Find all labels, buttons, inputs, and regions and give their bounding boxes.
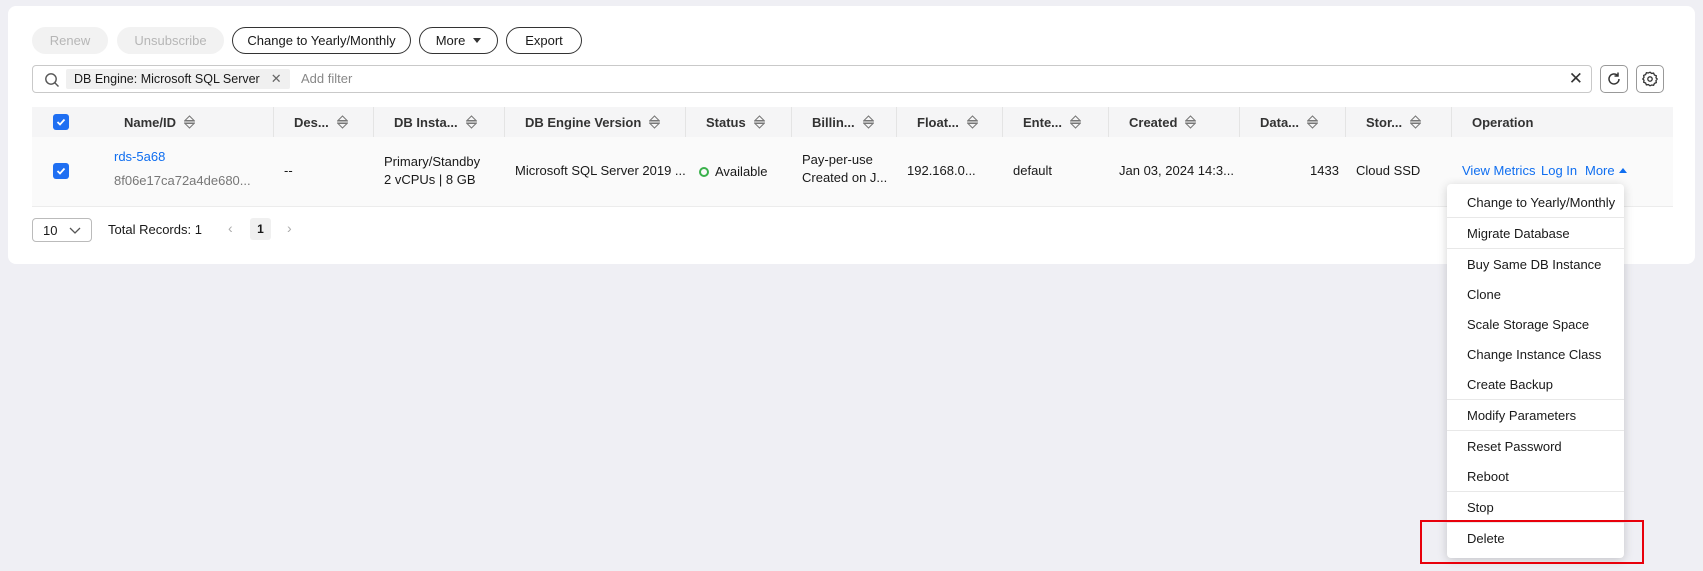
change-to-yearly-monthly-button[interactable]: Change to Yearly/Monthly (232, 27, 411, 54)
search-filter-bar[interactable]: DB Engine: Microsoft SQL Server ✕ Add fi… (32, 65, 1592, 93)
more-button[interactable]: More (419, 27, 498, 54)
menu-item-change-to-yearly-monthly[interactable]: Change to Yearly/Monthly (1447, 187, 1624, 217)
page-size-select[interactable]: 10 (32, 218, 92, 242)
instance-type-cell: Primary/Standby (384, 154, 481, 169)
enterprise-project-cell[interactable]: default (1013, 163, 1052, 178)
menu-item-buy-same-db-instance[interactable]: Buy Same DB Instance (1447, 249, 1624, 279)
filter-tag-db-engine: DB Engine: Microsoft SQL Server ✕ (66, 69, 290, 89)
renew-button[interactable]: Renew (32, 27, 108, 54)
more-actions-menu: Change to Yearly/Monthly Migrate Databas… (1447, 184, 1624, 558)
unsubscribe-button[interactable]: Unsubscribe (117, 27, 224, 54)
prev-page-icon[interactable]: ‹ (228, 220, 233, 236)
menu-item-change-instance-class[interactable]: Change Instance Class (1447, 339, 1624, 369)
column-header-status[interactable]: Status (706, 107, 765, 137)
add-filter-placeholder[interactable]: Add filter (301, 71, 352, 86)
column-header-created[interactable]: Created (1129, 107, 1197, 137)
gear-icon (1642, 71, 1658, 87)
instance-name-link[interactable]: rds-5a68 (114, 149, 165, 164)
filter-tag-label: DB Engine: Microsoft SQL Server (74, 72, 260, 86)
page-number-current[interactable]: 1 (250, 218, 271, 240)
column-header-name-id[interactable]: Name/ID (124, 107, 196, 137)
instance-spec-cell: 2 vCPUs | 8 GB (384, 172, 476, 187)
sort-icon (1307, 115, 1319, 129)
next-page-icon[interactable]: › (287, 220, 292, 236)
menu-item-clone[interactable]: Clone (1447, 279, 1624, 309)
menu-item-migrate-database[interactable]: Migrate Database (1447, 218, 1624, 248)
column-header-operation: Operation (1472, 114, 1534, 130)
sort-icon (184, 115, 196, 129)
row-more-link[interactable]: More (1585, 163, 1627, 178)
export-button[interactable]: Export (506, 27, 582, 54)
menu-item-scale-storage-space[interactable]: Scale Storage Space (1447, 309, 1624, 339)
check-icon (56, 167, 66, 175)
menu-item-stop[interactable]: Stop (1447, 492, 1624, 522)
column-header-db-engine-version[interactable]: DB Engine Version (525, 107, 661, 137)
caret-down-icon (473, 38, 482, 43)
column-header-enterprise-project[interactable]: Ente... (1023, 107, 1082, 137)
engine-version-cell: Microsoft SQL Server 2019 ... (515, 163, 686, 178)
caret-up-icon (1618, 168, 1627, 173)
sort-icon (862, 115, 874, 129)
table-row: rds-5a68 8f06e17ca72a4de680... -- Primar… (32, 137, 1673, 207)
column-header-floating-ip[interactable]: Float... (917, 107, 978, 137)
log-in-link[interactable]: Log In (1541, 163, 1577, 178)
sort-icon (753, 115, 765, 129)
billing-created-cell: Created on J... (802, 170, 888, 185)
clear-icon[interactable]: ✕ (1569, 69, 1583, 89)
storage-type-cell: Cloud SSD (1356, 163, 1421, 178)
sort-icon (1070, 115, 1082, 129)
sort-icon (649, 115, 661, 129)
description-cell: -- (284, 163, 293, 178)
table-header: Name/ID Des... DB Insta... DB Engine Ver… (32, 107, 1673, 137)
menu-item-reset-password[interactable]: Reset Password (1447, 431, 1624, 461)
column-header-description[interactable]: Des... (294, 107, 348, 137)
row-checkbox[interactable] (53, 163, 69, 179)
menu-item-modify-parameters[interactable]: Modify Parameters (1447, 400, 1624, 430)
sort-icon (1185, 115, 1197, 129)
sort-icon (336, 115, 348, 129)
refresh-button[interactable] (1600, 65, 1628, 93)
column-header-storage-type[interactable]: Stor... (1366, 107, 1422, 137)
page-size-value: 10 (43, 222, 58, 238)
billing-mode-cell: Pay-per-use (802, 152, 873, 167)
sort-icon (966, 115, 978, 129)
menu-item-reboot[interactable]: Reboot (1447, 461, 1624, 491)
more-button-label: More (435, 33, 466, 48)
column-header-billing-mode[interactable]: Billin... (812, 107, 874, 137)
select-all-checkbox[interactable] (53, 114, 69, 130)
delete-highlight-box (1420, 520, 1644, 564)
column-header-db-instance-type[interactable]: DB Insta... (394, 107, 477, 137)
chevron-down-icon (69, 227, 81, 234)
total-records: Total Records: 1 (108, 222, 202, 237)
search-icon (45, 73, 59, 87)
refresh-icon (1608, 72, 1620, 85)
status-text: Available (715, 164, 768, 179)
status-cell: Available (699, 164, 768, 179)
tag-close-icon[interactable]: ✕ (271, 71, 282, 87)
menu-item-create-backup[interactable]: Create Backup (1447, 369, 1624, 399)
view-metrics-link[interactable]: View Metrics (1462, 163, 1535, 178)
status-available-icon (699, 167, 709, 177)
floating-ip-cell: 192.168.0... (907, 163, 976, 178)
instance-id: 8f06e17ca72a4de680... (114, 173, 251, 188)
sort-icon (1410, 115, 1422, 129)
row-more-label: More (1585, 163, 1615, 178)
check-icon (56, 118, 66, 126)
column-header-database-port[interactable]: Data... (1260, 107, 1319, 137)
sort-icon (465, 115, 477, 129)
database-port-cell: 1433 (1310, 163, 1339, 178)
created-cell: Jan 03, 2024 14:3... (1119, 163, 1234, 178)
settings-button[interactable] (1636, 65, 1664, 93)
